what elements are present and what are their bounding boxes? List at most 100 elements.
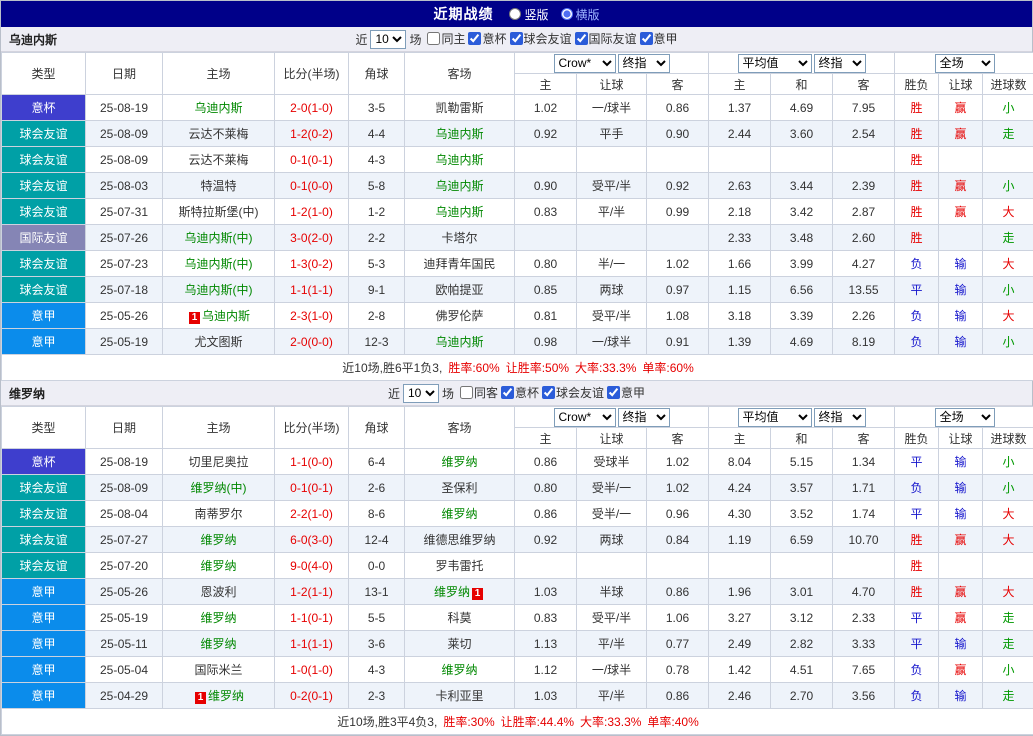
avg-time-select[interactable]: 终指	[814, 54, 866, 73]
filter-checkbox-option[interactable]: 球会友谊	[510, 30, 572, 47]
corners: 2-3	[349, 683, 405, 709]
col-result: 胜负	[895, 428, 939, 449]
filter-checkbox[interactable]	[460, 386, 473, 399]
team-name-text: 乌迪内斯	[435, 127, 483, 141]
corners: 2-6	[349, 475, 405, 501]
odds-home: 0.81	[515, 303, 577, 329]
match-date: 25-07-20	[86, 553, 163, 579]
match-row: 意甲25-05-19尤文图斯2-0(0-0)12-3乌迪内斯0.98一/球半0.…	[2, 329, 1033, 355]
filter-checkbox-option[interactable]: 同主	[427, 30, 465, 47]
corners: 5-8	[349, 173, 405, 199]
match-type: 国际友谊	[2, 225, 86, 251]
handicap-result-cell: 赢	[939, 95, 983, 121]
match-count-select[interactable]: 10	[370, 30, 406, 49]
filter-checkbox-option[interactable]: 国际友谊	[575, 30, 637, 47]
avg-home: 2.33	[709, 225, 771, 251]
match-row: 意杯25-08-19乌迪内斯2-0(1-0)3-5凯勒雷斯1.02一/球半0.8…	[2, 95, 1033, 121]
filter-checkbox[interactable]	[427, 32, 440, 45]
layout-option[interactable]: 竖版	[509, 6, 548, 23]
score: 3-0(2-0)	[275, 225, 349, 251]
filter-checkbox-option[interactable]: 意甲	[607, 384, 645, 401]
filter-checkbox-option[interactable]: 意杯	[468, 30, 506, 47]
filter-checkboxes: 同主意杯球会友谊国际友谊意甲	[424, 30, 677, 48]
avg-time-select[interactable]: 终指	[814, 408, 866, 427]
odds-away	[647, 225, 709, 251]
scope-select[interactable]: 全场	[935, 54, 995, 73]
odds-company-select[interactable]: Crow*	[554, 408, 616, 427]
avg-select[interactable]: 平均值	[738, 408, 812, 427]
asian-odds-group: Crow*终指	[515, 53, 709, 74]
match-count-select[interactable]: 10	[403, 384, 439, 403]
filter-checkbox[interactable]	[510, 32, 523, 45]
summary-segment: 单率:60%	[642, 361, 693, 375]
odds-home: 1.13	[515, 631, 577, 657]
filter-checkbox[interactable]	[468, 32, 481, 45]
filter-checkbox-option[interactable]: 球会友谊	[542, 384, 604, 401]
team-name-text: 维罗纳	[434, 585, 470, 599]
match-date: 25-07-23	[86, 251, 163, 277]
match-date: 25-04-29	[86, 683, 163, 709]
filter-checkbox[interactable]	[607, 386, 620, 399]
team-name-text: 乌迪内斯	[435, 153, 483, 167]
avg-select[interactable]: 平均值	[738, 54, 812, 73]
result-cell: 平	[895, 449, 939, 475]
filter-checkbox[interactable]	[575, 32, 588, 45]
result-cell: 平	[895, 277, 939, 303]
odds-time-select[interactable]: 终指	[618, 54, 670, 73]
team-name-text: 莱切	[447, 637, 471, 651]
avg-home	[709, 553, 771, 579]
match-row: 意甲25-05-04国际米兰1-0(1-0)4-3维罗纳1.12一/球半0.78…	[2, 657, 1033, 683]
match-date: 25-08-09	[86, 475, 163, 501]
layout-radio[interactable]	[509, 8, 521, 20]
team-name-text: 乌迪内斯	[194, 101, 242, 115]
team-name-text: 维罗纳	[200, 533, 236, 547]
goals-result-cell: 走	[983, 605, 1033, 631]
avg-away: 1.74	[833, 501, 895, 527]
away-team: 凯勒雷斯	[405, 95, 515, 121]
filter-checkbox-option[interactable]: 意甲	[640, 30, 678, 47]
col-score: 比分(半场)	[275, 407, 349, 449]
match-row: 球会友谊25-07-23乌迪内斯(中)1-3(0-2)5-3迪拜青年国民0.80…	[2, 251, 1033, 277]
match-row: 球会友谊25-08-09云达不莱梅0-1(0-1)4-3乌迪内斯胜	[2, 147, 1033, 173]
avg-away: 2.60	[833, 225, 895, 251]
avg-draw: 3.42	[771, 199, 833, 225]
layout-option-label: 竖版	[524, 6, 548, 23]
result-cell: 负	[895, 329, 939, 355]
avg-away: 4.70	[833, 579, 895, 605]
odds-away: 1.06	[647, 605, 709, 631]
odds-time-select[interactable]: 终指	[618, 408, 670, 427]
filter-checkbox[interactable]	[542, 386, 555, 399]
filter-checkbox[interactable]	[640, 32, 653, 45]
team-name-text: 卡利亚里	[435, 689, 483, 703]
filter-checkbox[interactable]	[501, 386, 514, 399]
col-eu-draw: 和	[771, 74, 833, 95]
match-type: 意杯	[2, 95, 86, 121]
team-name-text: 佛罗伦萨	[435, 309, 483, 323]
team-name-text: 乌迪内斯(中)	[185, 231, 253, 245]
col-eu-draw: 和	[771, 428, 833, 449]
team-name-text: 云达不莱梅	[188, 127, 248, 141]
layout-option[interactable]: 横版	[561, 6, 600, 23]
odds-home: 0.80	[515, 475, 577, 501]
away-team: 乌迪内斯	[405, 329, 515, 355]
match-type: 球会友谊	[2, 527, 86, 553]
result-cell: 平	[895, 605, 939, 631]
away-team: 乌迪内斯	[405, 121, 515, 147]
summary-segment: 让胜率:44.4%	[501, 715, 574, 729]
score: 2-3(1-0)	[275, 303, 349, 329]
odds-away: 0.99	[647, 199, 709, 225]
filter-checkbox-option[interactable]: 同客	[460, 384, 498, 401]
away-team: 维罗纳	[405, 501, 515, 527]
result-cell: 负	[895, 251, 939, 277]
avg-home: 2.49	[709, 631, 771, 657]
filter-checkbox-option[interactable]: 意杯	[501, 384, 539, 401]
avg-away: 2.87	[833, 199, 895, 225]
avg-draw: 3.99	[771, 251, 833, 277]
layout-radio[interactable]	[561, 8, 573, 20]
unit-label: 场	[442, 385, 454, 402]
odds-line	[577, 147, 647, 173]
odds-company-select[interactable]: Crow*	[554, 54, 616, 73]
scope-select[interactable]: 全场	[935, 408, 995, 427]
score: 1-1(0-0)	[275, 449, 349, 475]
avg-home: 1.42	[709, 657, 771, 683]
